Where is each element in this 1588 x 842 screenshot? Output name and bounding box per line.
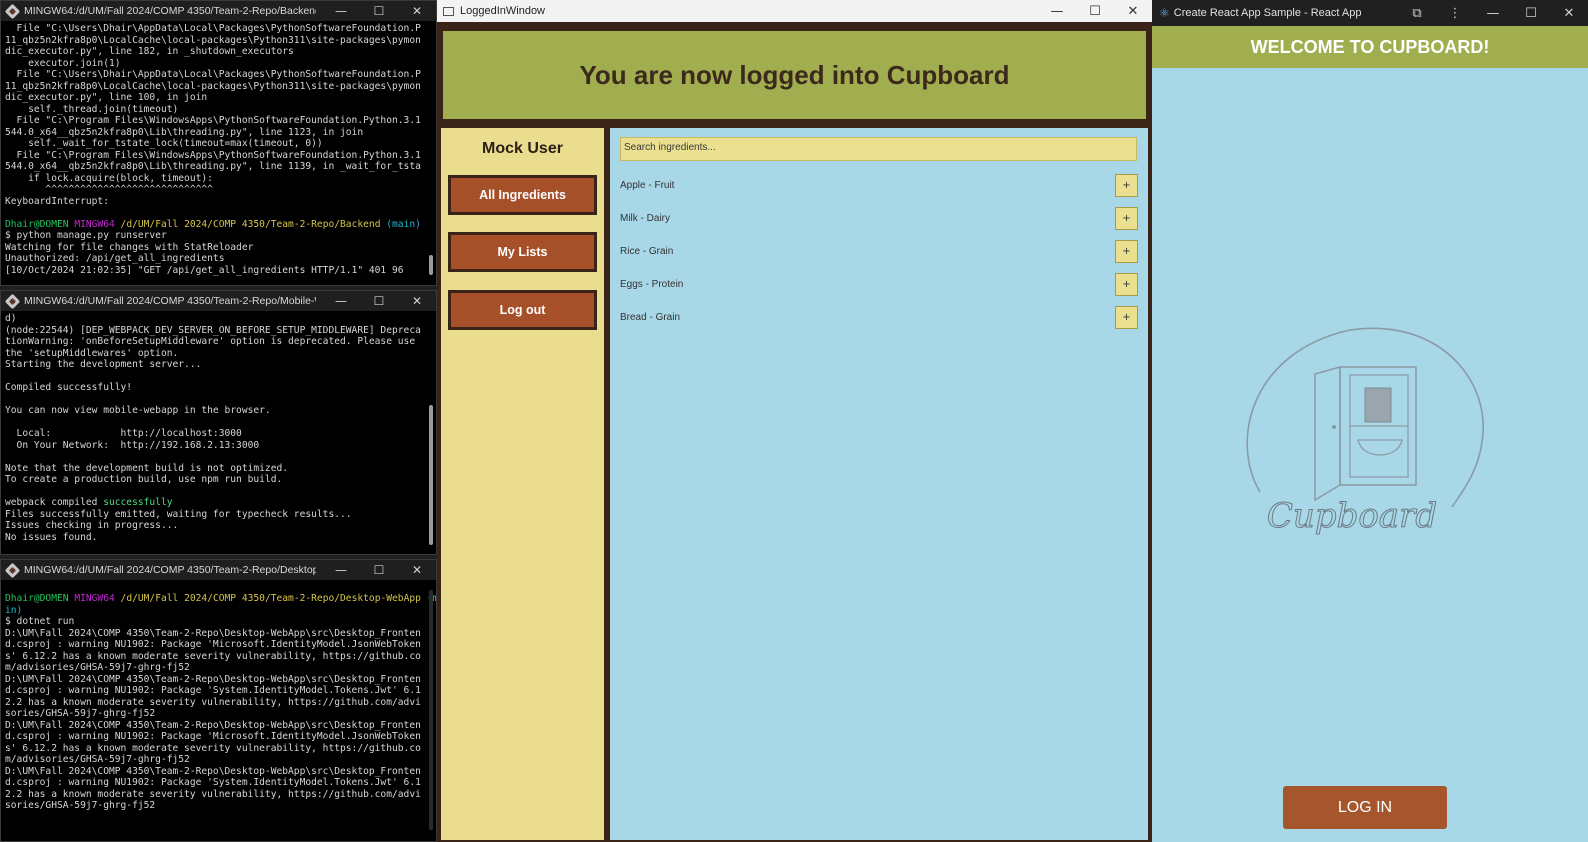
add-ingredient-button[interactable]: + <box>1115 206 1138 230</box>
terminal-title-bar[interactable]: MINGW64:/d/UM/Fall 2024/COMP 4350/Team-2… <box>1 1 436 21</box>
extensions-icon[interactable]: ⧉ <box>1398 6 1436 21</box>
terminal-desktop-webapp[interactable]: MINGW64:/d/UM/Fall 2024/COMP 4350/Team-2… <box>0 559 437 842</box>
logo-text: Cupboard <box>1267 496 1437 536</box>
ingredient-label: Rice - Grain <box>620 245 674 257</box>
window-app-icon <box>443 6 454 16</box>
search-input[interactable]: Search ingredients... <box>620 137 1137 161</box>
minimize-button[interactable]: — <box>322 563 360 577</box>
ingredients-panel: Search ingredients... Apple - Fruit + Mi… <box>610 128 1148 840</box>
user-name: Mock User <box>482 140 563 157</box>
prompt-user: Dhair@DOMEN <box>5 218 69 230</box>
all-ingredients-button[interactable]: All Ingredients <box>448 175 597 215</box>
terminal-scrollbar[interactable] <box>429 405 433 545</box>
logged-in-window[interactable]: LoggedInWindow — ☐ ✕ You are now logged … <box>437 0 1152 842</box>
terminal-title: MINGW64:/d/UM/Fall 2024/COMP 4350/Team-2… <box>24 5 316 17</box>
terminal-title-bar[interactable]: MINGW64:/d/UM/Fall 2024/COMP 4350/Team-2… <box>1 291 436 311</box>
page-title: You are now logged into Cupboard <box>579 59 1010 90</box>
react-app-window[interactable]: ⚛ Create React App Sample - React App ⧉ … <box>1152 0 1588 842</box>
git-bash-icon <box>4 562 21 578</box>
my-lists-button[interactable]: My Lists <box>448 232 597 272</box>
prompt-path: /d/UM/Fall 2024/COMP 4350/Team-2-Repo/Ba… <box>120 218 381 230</box>
welcome-title: WELCOME TO CUPBOARD! <box>1250 36 1490 57</box>
maximize-button[interactable]: ☐ <box>360 563 398 577</box>
git-bash-icon <box>4 293 21 309</box>
terminal-log: $ python manage.py runserver Watching fo… <box>5 230 404 276</box>
git-bash-icon <box>4 3 21 19</box>
terminal-mobile-webapp[interactable]: MINGW64:/d/UM/Fall 2024/COMP 4350/Team-2… <box>0 290 437 555</box>
webpack-compiled-text: webpack compiled <box>5 497 104 508</box>
ingredient-row: Bread - Grain + <box>620 305 1140 329</box>
terminal-title: MINGW64:/d/UM/Fall 2024/COMP 4350/Team-2… <box>24 295 316 307</box>
window-title-bar[interactable]: ⚛ Create React App Sample - React App ⧉ … <box>1152 0 1588 26</box>
close-button[interactable]: ✕ <box>398 563 436 577</box>
ingredient-label: Eggs - Protein <box>620 278 684 290</box>
minimize-button[interactable]: — <box>322 294 360 308</box>
ingredient-label: Milk - Dairy <box>620 212 670 224</box>
webpack-success-word: successfully <box>103 497 173 508</box>
ingredient-row: Eggs - Protein + <box>620 272 1140 296</box>
terminal-scrollbar[interactable] <box>429 255 433 275</box>
ingredient-label: Apple - Fruit <box>620 179 675 191</box>
prompt-branch: (main) <box>386 218 421 230</box>
terminal-title-bar[interactable]: MINGW64:/d/UM/Fall 2024/COMP 4350/Team-2… <box>1 560 436 580</box>
maximize-button[interactable]: ☐ <box>1076 4 1114 19</box>
terminal-log: $ dotnet run D:\UM\Fall 2024\COMP 4350\T… <box>5 616 421 811</box>
prompt-shell: MINGW64 <box>74 218 115 230</box>
ingredient-row: Milk - Dairy + <box>620 206 1140 230</box>
log-out-button[interactable]: Log out <box>448 290 597 330</box>
ingredient-row: Rice - Grain + <box>620 239 1140 263</box>
close-button[interactable]: ✕ <box>398 294 436 308</box>
more-options-icon[interactable]: ⋮ <box>1436 6 1474 21</box>
prompt-path: /d/UM/Fall 2024/COMP 4350/Team-2-Repo/De… <box>120 593 421 604</box>
terminal-title: MINGW64:/d/UM/Fall 2024/COMP 4350/Team-2… <box>24 564 316 576</box>
maximize-button[interactable]: ☐ <box>360 294 398 308</box>
close-button[interactable]: ✕ <box>1550 6 1588 21</box>
terminal-output: File "C:\Users\Dhair\AppData\Local\Packa… <box>1 21 436 278</box>
minimize-button[interactable]: — <box>1474 6 1512 21</box>
terminal-log: File "C:\Users\Dhair\AppData\Local\Packa… <box>5 23 421 207</box>
minimize-button[interactable]: — <box>322 4 360 18</box>
welcome-banner: WELCOME TO CUPBOARD! <box>1152 26 1588 68</box>
add-ingredient-button[interactable]: + <box>1115 272 1138 296</box>
close-button[interactable]: ✕ <box>398 4 436 18</box>
add-ingredient-button[interactable]: + <box>1115 305 1138 329</box>
maximize-button[interactable]: ☐ <box>1512 6 1550 21</box>
terminal-output: d) (node:22544) [DEP_WEBPACK_DEV_SERVER_… <box>1 311 436 545</box>
ingredient-row: Apple - Fruit + <box>620 173 1140 197</box>
prompt-shell: MINGW64 <box>74 593 115 604</box>
terminal-backend[interactable]: MINGW64:/d/UM/Fall 2024/COMP 4350/Team-2… <box>0 0 437 286</box>
close-button[interactable]: ✕ <box>1114 4 1152 19</box>
terminal-log: Files successfully emitted, waiting for … <box>5 508 352 543</box>
add-ingredient-button[interactable]: + <box>1115 173 1138 197</box>
prompt-user: Dhair@DOMEN <box>5 593 69 604</box>
minimize-button[interactable]: — <box>1038 4 1076 19</box>
terminal-scrollbar[interactable] <box>429 590 433 830</box>
maximize-button[interactable]: ☐ <box>360 4 398 18</box>
ingredient-label: Bread - Grain <box>620 311 681 323</box>
page-header: You are now logged into Cupboard <box>441 29 1148 121</box>
window-title: Create React App Sample - React App <box>1173 7 1362 19</box>
terminal-log: d) (node:22544) [DEP_WEBPACK_DEV_SERVER_… <box>5 313 421 485</box>
window-title-bar[interactable]: LoggedInWindow — ☐ ✕ <box>437 0 1152 22</box>
terminal-output: Dhair@DOMEN MINGW64 /d/UM/Fall 2024/COMP… <box>1 580 436 814</box>
cupboard-logo: Cupboard <box>1246 327 1484 537</box>
react-icon: ⚛ <box>1159 6 1170 20</box>
sidebar: Mock User All Ingredients My Lists Log o… <box>441 128 604 840</box>
log-in-button[interactable]: LOG IN <box>1283 786 1447 829</box>
prompt-branch-wrap: in) <box>5 604 23 616</box>
window-title: LoggedInWindow <box>460 5 546 17</box>
add-ingredient-button[interactable]: + <box>1115 239 1138 263</box>
